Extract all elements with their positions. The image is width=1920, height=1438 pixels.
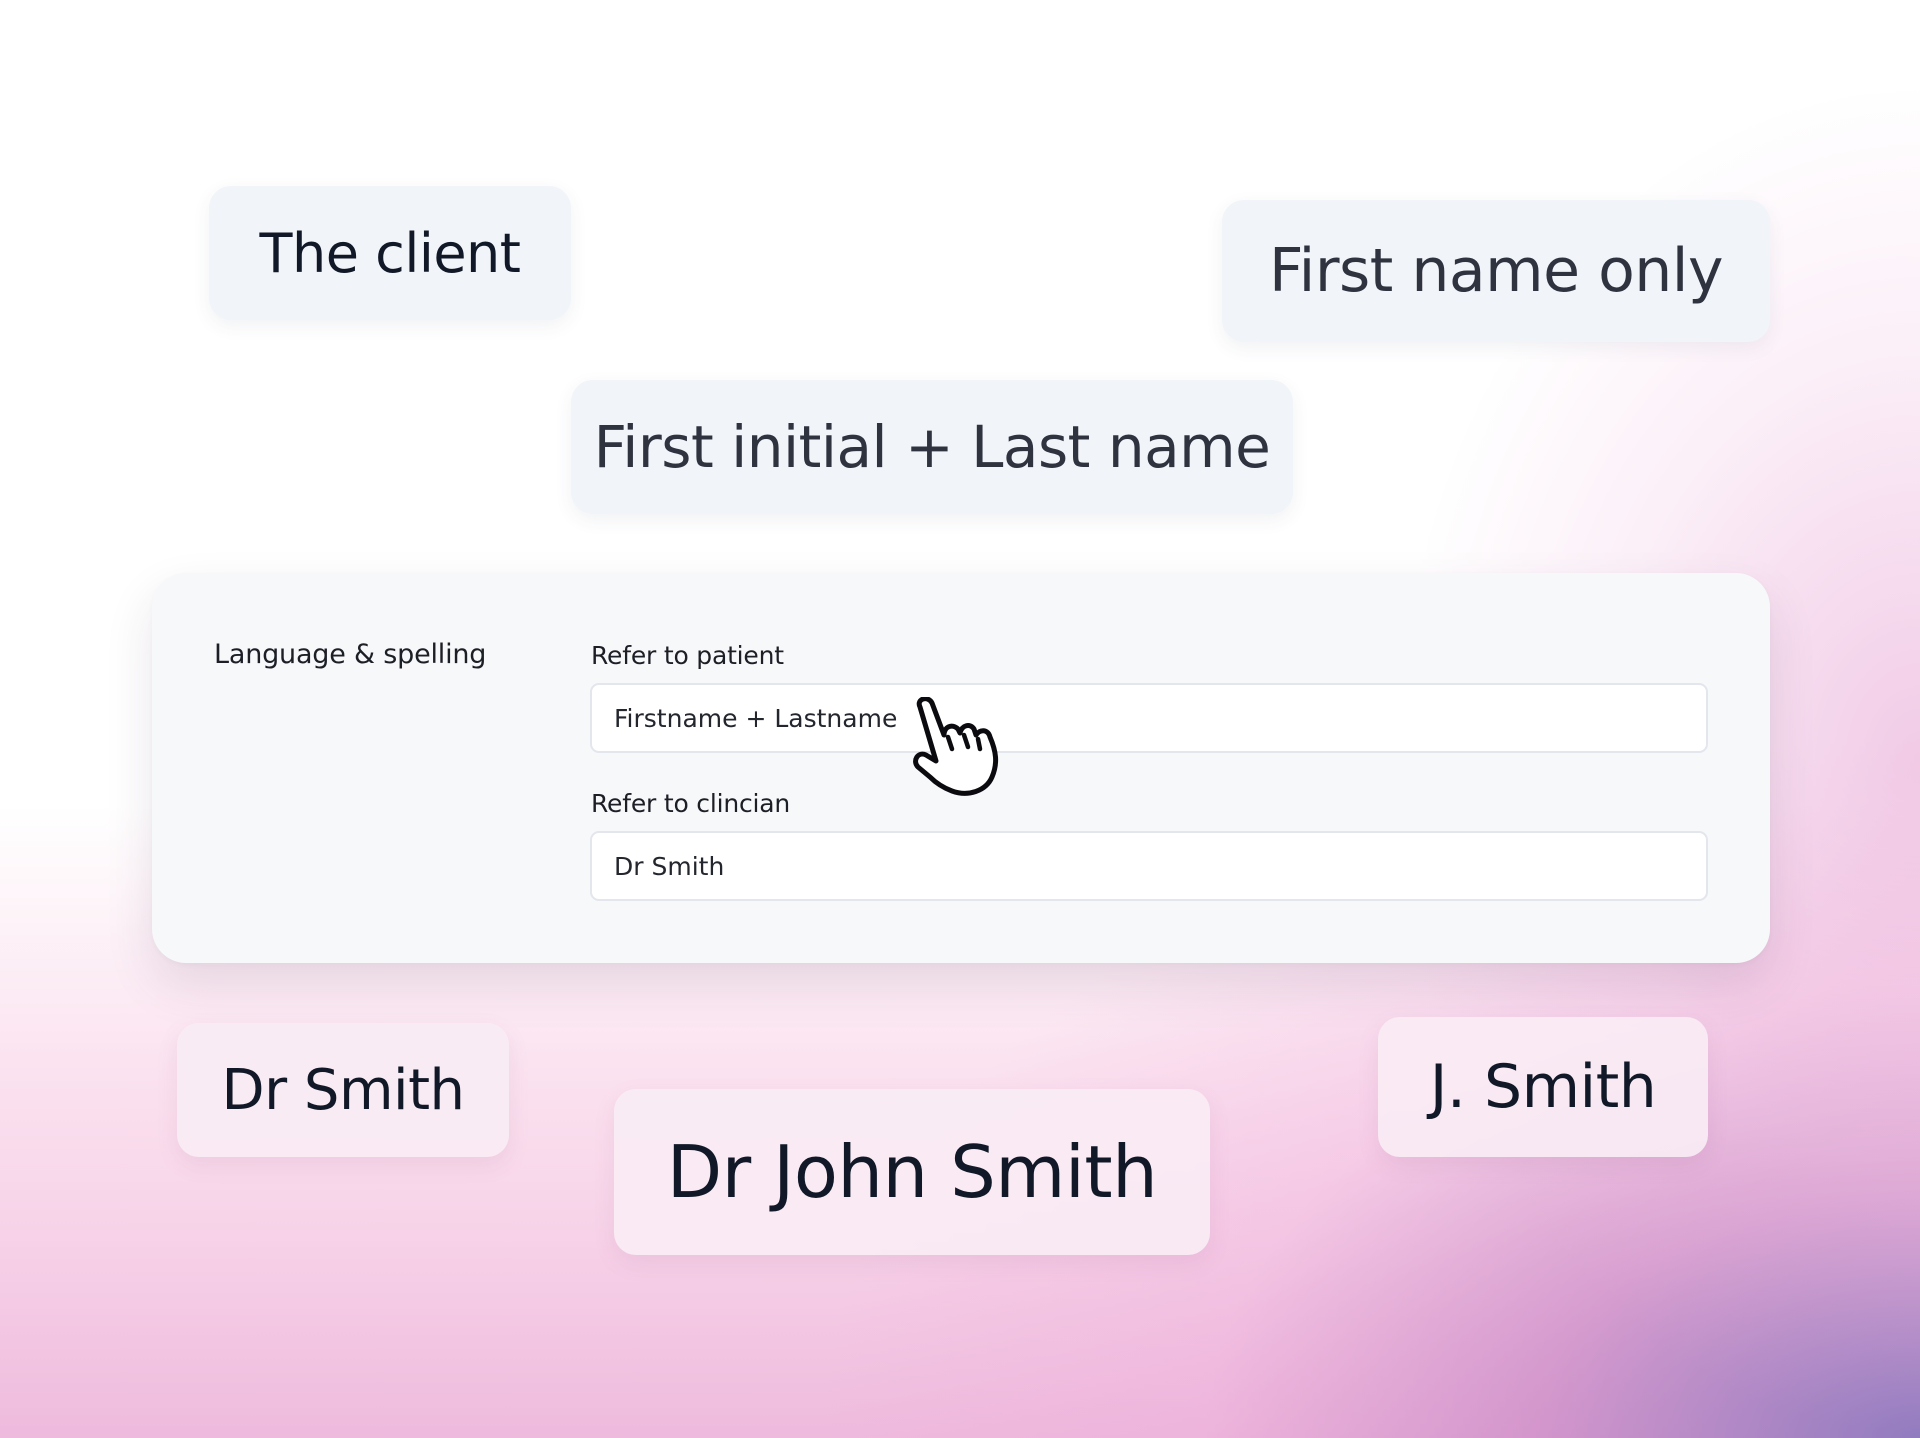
option-chip-dr-john-smith[interactable]: Dr John Smith xyxy=(614,1089,1210,1255)
option-chip-the-client[interactable]: The client xyxy=(209,186,571,320)
chip-label: First name only xyxy=(1269,236,1723,306)
option-chip-first-initial-last-name[interactable]: First initial + Last name xyxy=(571,380,1293,514)
section-label-language-spelling: Language & spelling xyxy=(214,639,487,670)
refer-to-clinician-value: Dr Smith xyxy=(614,851,725,881)
refer-to-clinician-input[interactable]: Dr Smith xyxy=(590,831,1708,901)
refer-to-patient-value: Firstname + Lastname xyxy=(614,703,898,733)
chip-label: The client xyxy=(259,221,521,285)
chip-label: J. Smith xyxy=(1429,1052,1657,1122)
chip-label: Dr John Smith xyxy=(666,1130,1158,1214)
refer-to-patient-input[interactable]: Firstname + Lastname xyxy=(590,683,1708,753)
chip-label: First initial + Last name xyxy=(593,413,1271,481)
chip-label: Dr Smith xyxy=(221,1057,465,1123)
refer-to-clinician-label: Refer to clincian xyxy=(591,789,791,818)
refer-to-patient-label: Refer to patient xyxy=(591,641,784,670)
pointing-hand-cursor-icon xyxy=(913,697,999,796)
option-chip-dr-smith[interactable]: Dr Smith xyxy=(177,1023,509,1157)
option-chip-j-smith[interactable]: J. Smith xyxy=(1378,1017,1708,1157)
option-chip-first-name-only[interactable]: First name only xyxy=(1222,200,1770,342)
